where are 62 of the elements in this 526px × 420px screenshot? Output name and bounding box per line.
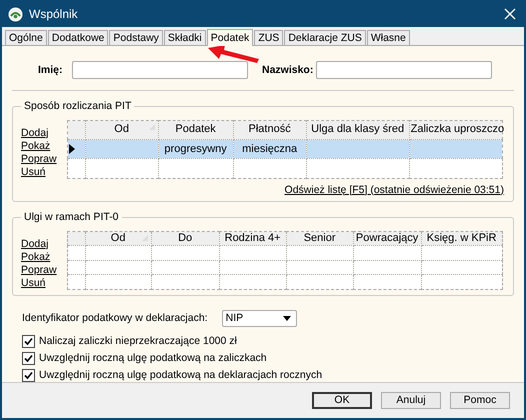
group-title: Ulgi w ramach PIT-0 <box>21 210 122 223</box>
action-link[interactable]: Pokaż <box>21 140 57 153</box>
table-cell: progresywny <box>158 139 234 159</box>
checkbox-label: Uwzględnij roczną ulgę podatkową na zaliczkach <box>39 352 267 364</box>
refresh-link[interactable]: Odśwież listę [F5] (ostatnie odświeżenie 03:51) <box>284 184 504 196</box>
column-header[interactable]: Rodzina 4+ <box>219 231 286 246</box>
dropdown[interactable]: NIP <box>222 310 297 327</box>
column-header[interactable]: Płatność <box>233 120 306 140</box>
action-link[interactable]: Popraw <box>21 264 57 277</box>
table-cell <box>151 246 220 260</box>
table-cell <box>85 246 152 260</box>
table-cell: miesięczna <box>233 139 306 159</box>
action-link[interactable]: Usuń <box>21 276 57 290</box>
table-cell <box>151 260 220 275</box>
column-header[interactable]: Podatek <box>158 120 234 140</box>
caret-icon <box>282 316 291 321</box>
dialog-button[interactable]: Anuluj <box>381 392 441 409</box>
checkbox[interactable] <box>22 368 35 382</box>
column-header[interactable]: Ulga dla klasy śred <box>306 120 410 140</box>
annotation-arrow <box>208 45 260 63</box>
dialog-button[interactable]: Pomoc <box>450 392 510 409</box>
table-cell <box>219 260 286 275</box>
window-title: Wspólnik <box>29 7 79 22</box>
group-title: Sposób rozliczania PIT <box>21 100 134 112</box>
tab[interactable]: Własne <box>366 30 410 45</box>
column-header[interactable]: Od <box>85 231 152 246</box>
row-pointer-icon <box>68 144 75 154</box>
table-cell <box>353 246 422 260</box>
checkbox-label: Naliczaj zaliczki nieprzekraczające 1000 zł <box>39 335 237 348</box>
table-cell <box>286 260 354 275</box>
column-header[interactable]: Zaliczka uproszczo <box>409 120 502 140</box>
column-header[interactable]: Od <box>85 120 158 140</box>
checkbox[interactable] <box>22 352 35 365</box>
action-link[interactable]: Popraw <box>21 152 57 166</box>
tab[interactable]: Podatek <box>206 28 254 46</box>
checkbox-label: Uwzględnij roczną ulgę podatkową na deklaracjach rocznych <box>39 369 322 382</box>
field-label: Nazwisko: <box>262 64 314 76</box>
table-cell <box>219 246 286 260</box>
column-header[interactable]: Powracający <box>353 231 422 246</box>
column-header[interactable]: Księg. w KPiR <box>421 231 502 246</box>
tab[interactable]: Podstawy <box>109 30 163 45</box>
tab[interactable]: Deklaracje ZUS <box>284 30 366 45</box>
column-header[interactable]: Senior <box>286 231 354 246</box>
tab[interactable]: Ogólne <box>5 30 47 45</box>
table-cell <box>85 260 152 275</box>
tab[interactable]: ZUS <box>254 30 284 45</box>
table-cell <box>353 260 422 275</box>
action-link[interactable]: Usuń <box>21 166 57 179</box>
table-cell <box>286 246 354 260</box>
action-link[interactable]: Dodaj <box>21 126 57 140</box>
field-label: Identyfikator podatkowy w deklaracjach: <box>22 312 208 324</box>
action-link[interactable]: Pokaż <box>21 250 57 264</box>
checkbox[interactable] <box>22 334 35 348</box>
column-header[interactable]: Do <box>151 231 220 246</box>
action-link[interactable]: Dodaj <box>21 238 57 251</box>
input-field[interactable] <box>316 60 492 79</box>
tab[interactable]: Dodatkowe <box>48 30 108 45</box>
app-logo-icon <box>8 6 23 22</box>
tab[interactable]: Składki <box>164 30 206 45</box>
field-label: Imię: <box>38 64 64 76</box>
input-field[interactable] <box>72 60 248 79</box>
dialog-button[interactable]: OK <box>312 392 372 409</box>
